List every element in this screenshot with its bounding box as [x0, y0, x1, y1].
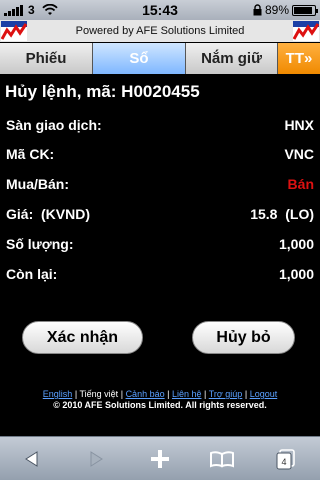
- link-tieng-viet-current: Tiếng việt: [79, 389, 119, 399]
- field-label: Sàn giao dịch:: [6, 117, 102, 133]
- field-label: Mua/Bán:: [6, 176, 69, 192]
- field-label: Giá: (KVND): [6, 206, 90, 222]
- plus-icon: [151, 450, 169, 468]
- field-row-remaining: Còn lại: 1,000: [6, 263, 314, 287]
- link-english[interactable]: English: [43, 389, 73, 399]
- field-row-symbol: Mã CK: VNC: [6, 143, 314, 167]
- field-value: 1,000: [278, 236, 314, 252]
- field-label: Còn lại:: [6, 266, 58, 282]
- field-value: 1,000: [278, 266, 314, 282]
- add-bookmark-button[interactable]: [144, 445, 176, 473]
- app-header: Powered by AFE Solutions Limited: [0, 20, 320, 42]
- back-button[interactable]: [16, 445, 48, 473]
- field-value-sell: Bán: [287, 176, 314, 192]
- forward-arrow-icon: [90, 451, 103, 467]
- field-row-exchange: Sàn giao dịch: HNX: [6, 114, 314, 138]
- field-row-side: Mua/Bán: Bán: [6, 173, 314, 197]
- separator: |: [204, 389, 207, 399]
- battery-level-fill: [294, 6, 312, 14]
- link-lien-he[interactable]: Liên hệ: [172, 389, 202, 399]
- book-icon: [210, 451, 234, 468]
- link-canh-bao[interactable]: Cảnh báo: [126, 389, 165, 399]
- field-row-price: Giá: (KVND) 15.8 (LO): [6, 203, 314, 227]
- field-row-quantity: Số lượng: 1,000: [6, 233, 314, 257]
- confirm-button[interactable]: Xác nhận: [22, 321, 143, 354]
- field-value: HNX: [284, 117, 314, 133]
- footer-links: English | Tiếng việt | Cảnh báo | Liên h…: [0, 389, 320, 399]
- battery-icon: [292, 4, 318, 16]
- field-label: Số lượng:: [6, 236, 74, 252]
- link-logout[interactable]: Logout: [250, 389, 278, 399]
- pages-icon: 4: [276, 449, 295, 470]
- tab-tt-more[interactable]: TT»: [278, 43, 320, 74]
- bookmarks-button[interactable]: [206, 445, 238, 473]
- forward-button[interactable]: [80, 445, 112, 473]
- main-tabs: Phiếu Sổ Nắm giữ TT»: [0, 43, 320, 74]
- field-value: 15.8 (LO): [250, 206, 314, 222]
- separator: |: [167, 389, 170, 399]
- status-bar: 3 15:43 89%: [0, 0, 320, 20]
- page-title: Hủy lệnh, mã: H0020455: [5, 82, 200, 101]
- browser-toolbar: 4: [0, 436, 320, 480]
- battery-percent: 89%: [264, 3, 289, 17]
- lock-icon: [253, 4, 262, 16]
- afe-logo-icon: [293, 21, 319, 41]
- link-tro-giup[interactable]: Trợ giúp: [209, 389, 243, 399]
- copyright-text: © 2010 AFE Solutions Limited. All rights…: [53, 400, 267, 410]
- separator: |: [244, 389, 248, 399]
- separator: |: [120, 389, 124, 399]
- back-arrow-icon: [25, 451, 38, 467]
- tab-so[interactable]: Sổ: [93, 43, 186, 74]
- separator: |: [74, 389, 78, 399]
- pages-button[interactable]: 4: [270, 445, 302, 473]
- field-label: Mã CK:: [6, 146, 55, 162]
- tab-phieu[interactable]: Phiếu: [0, 43, 93, 74]
- powered-by-text: Powered by AFE Solutions Limited: [75, 25, 245, 37]
- tab-count: 4: [281, 457, 286, 467]
- field-value: VNC: [284, 146, 314, 162]
- cancel-button[interactable]: Hủy bỏ: [192, 321, 295, 354]
- tab-nam-giu[interactable]: Nắm giữ: [186, 43, 278, 74]
